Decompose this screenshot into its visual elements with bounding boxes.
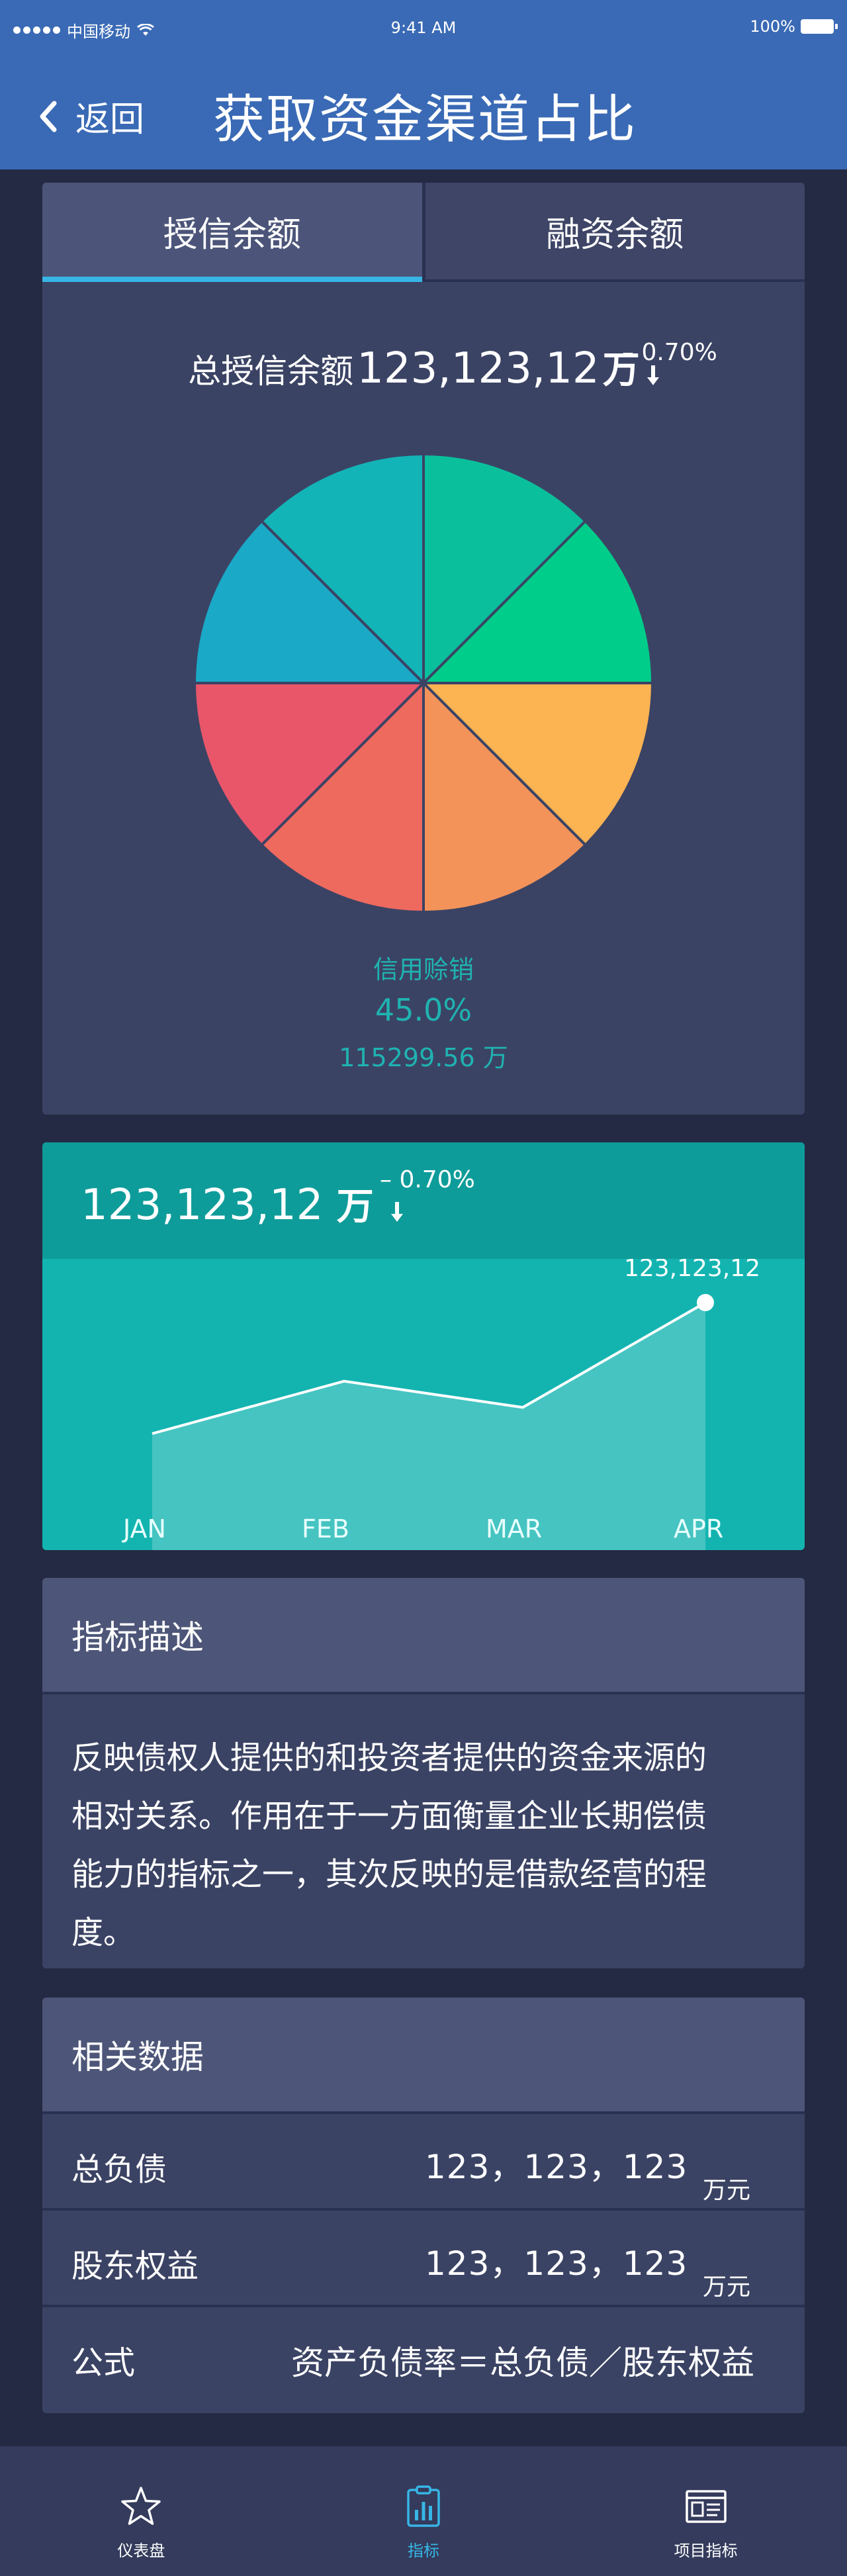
tab-bar: 授信余额 融资余额 bbox=[42, 183, 805, 282]
trend-change: – 0.70% bbox=[380, 1166, 475, 1193]
selected-slice-percent: 45.0% bbox=[375, 992, 472, 1028]
description-line: 相对关系。作用在于一方面衡量企业长期偿债 bbox=[71, 1798, 707, 1835]
selected-slice-amount: 115299.56 万 bbox=[339, 1043, 508, 1072]
selected-slice-name: 信用赊销 bbox=[373, 955, 474, 984]
pie-chart[interactable] bbox=[193, 453, 654, 913]
row-key: 总负债 bbox=[71, 2151, 167, 2188]
battery-percent: 100% bbox=[750, 17, 795, 36]
row-value: 123，123，123 bbox=[425, 2244, 688, 2283]
related-title: 相关数据 bbox=[42, 1998, 805, 2114]
pie-selected-info: 信用赊销 45.0% 115299.56 万 bbox=[42, 949, 805, 1074]
data-label: 123,123,12 bbox=[624, 1259, 760, 1282]
area-fill bbox=[152, 1303, 705, 1550]
nav-label: 指标 bbox=[408, 2542, 439, 2560]
indicator-description-card: 指标描述 反映债权人提供的和投资者提供的资金来源的 相对关系。作用在于一方面衡量… bbox=[42, 1578, 805, 1968]
data-row: 总负债 123，123，123 万元 bbox=[42, 2114, 805, 2211]
arrow-down-icon bbox=[391, 1202, 404, 1222]
clock: 9:41 AM bbox=[390, 19, 457, 37]
chevron-left-icon bbox=[40, 101, 57, 132]
clipboard-chart-icon bbox=[407, 2485, 440, 2527]
nav-label: 仪表盘 bbox=[117, 2542, 165, 2560]
row-unit: 万元 bbox=[703, 2274, 751, 2301]
formula-row: 公式 资产负债率＝总负债／股东权益 bbox=[42, 2307, 805, 2404]
trend-value: 123,123,12 bbox=[81, 1181, 324, 1230]
data-row: 股东权益 123，123，123 万元 bbox=[42, 2211, 805, 2307]
trend-area-chart[interactable]: 123,123,12 bbox=[42, 1259, 805, 1550]
x-tick-label: FEB bbox=[302, 1514, 349, 1543]
status-bar: 中国移动 9:41 AM 100% bbox=[0, 15, 847, 41]
nav-label: 项目指标 bbox=[674, 2542, 738, 2560]
description-text: 反映债权人提供的和投资者提供的资金来源的 相对关系。作用在于一方面衡量企业长期偿… bbox=[42, 1694, 805, 1962]
header-bar: 中国移动 9:41 AM 100% 返回 获取资金渠道占比 bbox=[0, 0, 847, 169]
arrow-down-icon bbox=[646, 365, 659, 385]
tab-credit-balance[interactable]: 授信余额 bbox=[42, 183, 422, 282]
nav-indicators[interactable]: 指标 bbox=[283, 2446, 565, 2576]
description-line: 能力的指标之一，其次反映的是借款经营的程 bbox=[71, 1856, 707, 1893]
row-key: 股东权益 bbox=[71, 2248, 199, 2285]
data-point-highlight[interactable] bbox=[697, 1294, 714, 1311]
credit-balance-card: 授信余额 融资余额 总授信余额 123,123,12 万 – 0.70% 信用赊… bbox=[42, 183, 805, 1115]
tab-financing-balance[interactable]: 融资余额 bbox=[422, 183, 805, 279]
formula-text: 资产负债率＝总负债／股东权益 bbox=[291, 2344, 754, 2382]
nav-project-indicators[interactable]: 项目指标 bbox=[564, 2446, 847, 2576]
row-unit: 万元 bbox=[703, 2177, 751, 2204]
page-title: 获取资金渠道占比 bbox=[213, 90, 637, 150]
back-label: 返回 bbox=[75, 100, 145, 140]
battery-icon bbox=[801, 19, 838, 34]
description-line: 度。 bbox=[71, 1914, 136, 1951]
nav-dashboard[interactable]: 仪表盘 bbox=[0, 2446, 283, 2576]
summary-label: 总授信余额 bbox=[188, 352, 354, 391]
bottom-tab-bar: 仪表盘 指标 项目指标 bbox=[0, 2446, 847, 2576]
row-value: 123，123，123 bbox=[425, 2148, 688, 2186]
related-data-card: 相关数据 总负债 123，123，123 万元 股东权益 123，123，123… bbox=[42, 1998, 805, 2413]
x-tick-label: APR bbox=[674, 1514, 724, 1543]
trend-card: 123,123,12 万 – 0.70% 123,123,12 bbox=[42, 1142, 805, 1550]
x-tick-label: MAR bbox=[486, 1514, 543, 1543]
description-title: 指标描述 bbox=[42, 1578, 805, 1694]
star-icon bbox=[121, 2487, 161, 2525]
summary-change: – 0.70% bbox=[622, 339, 717, 366]
back-button[interactable]: 返回 bbox=[37, 91, 144, 141]
browser-window-icon bbox=[685, 2490, 727, 2523]
trend-header: 123,123,12 万 – 0.70% bbox=[42, 1142, 805, 1259]
formula-key: 公式 bbox=[71, 2344, 136, 2381]
trend-unit: 万 bbox=[336, 1185, 374, 1228]
x-tick-label: JAN bbox=[123, 1514, 166, 1543]
summary-value: 123,123,12 bbox=[357, 344, 600, 393]
description-line: 反映债权人提供的和投资者提供的资金来源的 bbox=[71, 1739, 707, 1776]
